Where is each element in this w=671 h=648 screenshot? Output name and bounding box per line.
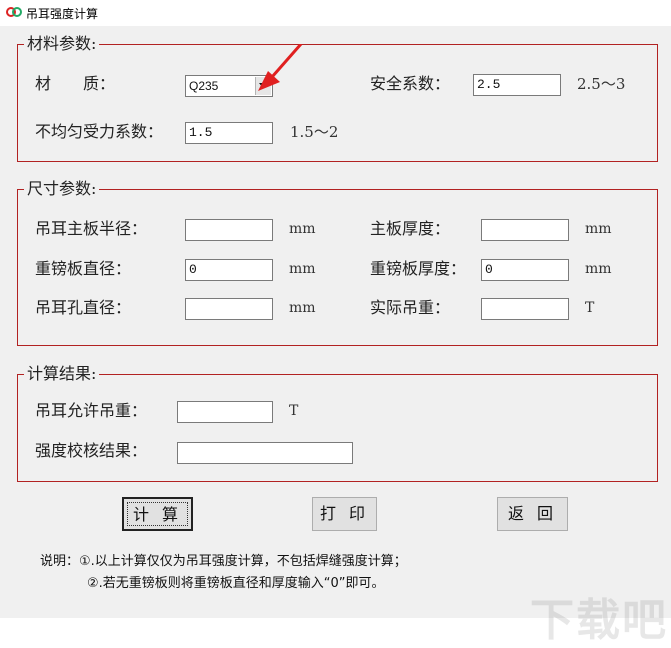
pad-diameter-label: 重镑板直径： [35, 259, 132, 278]
pad-thickness-unit: mm [585, 261, 612, 277]
uneven-force-factor-input[interactable]: 1.5 [185, 122, 273, 144]
hole-diameter-label: 吊耳孔直径： [35, 298, 132, 317]
watermark-logo: 下载吧 [530, 595, 668, 646]
material-label: 材 质： [35, 74, 116, 93]
window-title: 吊耳强度计算 [26, 7, 99, 21]
allowed-load-unit: T [289, 403, 299, 419]
safety-factor-range: 2.5～3 [577, 75, 626, 93]
dialog-client-area: 材料参数: 材 质： Q235 安全系数： 2.5 2.5～3 不均匀受力系数：… [0, 26, 671, 646]
material-params-group: 材料参数: [17, 34, 658, 162]
focus-rect [127, 502, 188, 526]
hole-diameter-input[interactable] [185, 298, 273, 320]
main-radius-input[interactable] [185, 219, 273, 241]
annotation-arrow-icon [258, 44, 303, 91]
title-bar: 吊耳强度计算 [0, 0, 671, 26]
actual-load-unit: T [585, 300, 595, 316]
result-group: 计算结果: [17, 364, 658, 482]
actual-load-input[interactable] [481, 298, 569, 320]
material-select-value: Q235 [189, 79, 219, 93]
main-thickness-label: 主板厚度： [370, 219, 451, 238]
uneven-force-factor-range: 1.5～2 [290, 123, 339, 141]
safety-factor-label: 安全系数： [370, 74, 451, 93]
hole-diameter-unit: mm [289, 300, 316, 316]
allowed-load-label: 吊耳允许吊重： [35, 401, 148, 420]
pad-thickness-label: 重镑板厚度： [370, 259, 467, 278]
uneven-force-factor-label: 不均匀受力系数： [35, 122, 164, 141]
material-params-legend: 材料参数: [24, 34, 100, 54]
main-radius-unit: mm [289, 221, 316, 237]
main-thickness-unit: mm [585, 221, 612, 237]
pad-thickness-input[interactable]: 0 [481, 259, 569, 281]
actual-load-label: 实际吊重： [370, 298, 451, 317]
allowed-load-output [177, 401, 273, 423]
result-legend: 计算结果: [24, 364, 100, 384]
size-params-legend: 尺寸参数: [24, 179, 100, 199]
pad-diameter-unit: mm [289, 261, 316, 277]
main-radius-label: 吊耳主板半径： [35, 219, 148, 238]
strength-check-output [177, 442, 353, 464]
note-line-1: 说明：①.以上计算仅仅为吊耳强度计算，不包括焊缝强度计算； [40, 554, 407, 569]
pad-diameter-input[interactable]: 0 [185, 259, 273, 281]
main-thickness-input[interactable] [481, 219, 569, 241]
strength-check-label: 强度校核结果： [35, 441, 148, 460]
back-button-label: 返 回 [507, 504, 558, 523]
note-line-2: ②.若无重镑板则将重镑板直径和厚度输入“0”即可。 [87, 576, 385, 591]
print-button-label: 打 印 [319, 504, 370, 523]
calculate-button[interactable]: 计 算 [122, 497, 193, 531]
print-button[interactable]: 打 印 [312, 497, 377, 531]
safety-factor-input[interactable]: 2.5 [473, 74, 561, 96]
app-icon [6, 7, 22, 17]
back-button[interactable]: 返 回 [497, 497, 568, 531]
